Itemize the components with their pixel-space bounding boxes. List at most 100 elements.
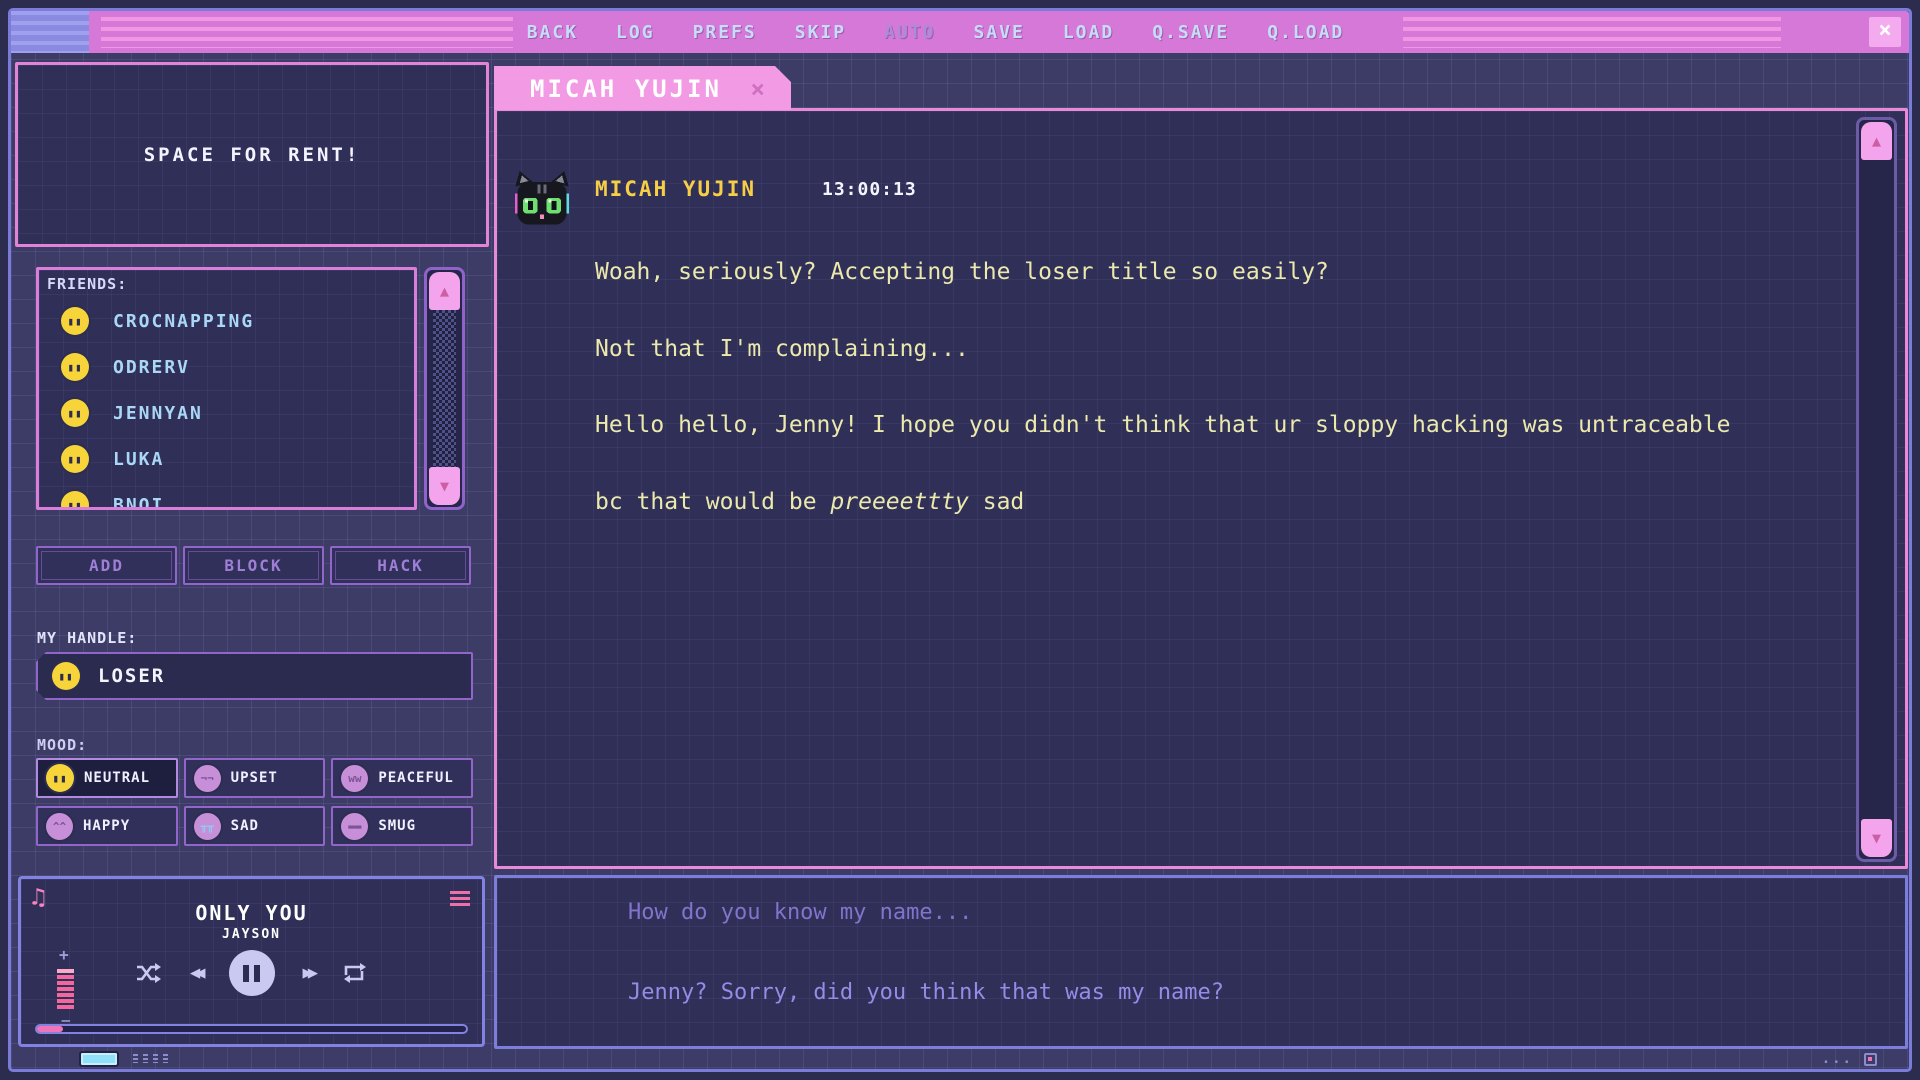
- titlebar-stripes-left: [101, 17, 513, 48]
- neutral-face-icon: ▮▮: [61, 307, 89, 335]
- mood-button-smug[interactable]: ▬▬ SMUG: [331, 806, 473, 846]
- friend-name: CROCNAPPING: [113, 311, 254, 332]
- tab-close-icon[interactable]: ×: [751, 75, 765, 103]
- upset-face-icon: ¬¬: [194, 765, 221, 792]
- menu-item-prefs[interactable]: PREFS: [693, 22, 757, 43]
- chat-message-panel: MICAH YUJIN 13:00:13 Woah, seriously? Ac…: [494, 108, 1908, 869]
- friend-name: ODRERV: [113, 357, 190, 378]
- friend-name: LUKA: [113, 449, 164, 470]
- sad-face-icon: ╥╥: [194, 813, 221, 840]
- mood-button-peaceful[interactable]: ww PEACEFUL: [331, 758, 473, 798]
- message-timestamp: 13:00:13: [822, 179, 917, 200]
- song-progress-bar[interactable]: [35, 1024, 468, 1034]
- ad-banner-panel: SPACE FOR RENT!: [15, 62, 489, 247]
- neutral-face-icon: ▮▮: [46, 764, 74, 792]
- shuffle-icon[interactable]: [136, 963, 162, 983]
- friend-row-bnoi[interactable]: ▮▮ BNOI: [61, 482, 164, 510]
- pause-button[interactable]: [229, 950, 275, 996]
- friend-row-odrerv[interactable]: ▮▮ ODRERV: [61, 344, 190, 390]
- mood-label-text: HAPPY: [83, 818, 130, 834]
- mood-grid: ▮▮ NEUTRAL ¬¬ UPSET ww PEACEFUL ^^ HAPPY…: [36, 758, 473, 846]
- mood-button-upset[interactable]: ¬¬ UPSET: [184, 758, 326, 798]
- choice-option-1[interactable]: How do you know my name...: [628, 900, 972, 925]
- neutral-face-icon: ▮▮: [52, 662, 80, 690]
- message-line: Not that I'm complaining...: [595, 337, 1730, 363]
- neutral-face-icon: ▮▮: [61, 353, 89, 381]
- chat-scrollbar[interactable]: ▲ ▼: [1856, 117, 1897, 862]
- menu-item-back[interactable]: BACK: [527, 22, 578, 43]
- message-line: Woah, seriously? Accepting the loser tit…: [595, 260, 1730, 286]
- neutral-face-icon: ▮▮: [61, 491, 89, 510]
- status-strip: ...: [15, 1051, 1905, 1067]
- mood-button-happy[interactable]: ^^ HAPPY: [36, 806, 178, 846]
- song-progress-fill: [37, 1026, 63, 1032]
- chat-tab-micah-yujin[interactable]: MICAH YUJIN ×: [494, 66, 791, 110]
- resize-handle-icon[interactable]: [1864, 1053, 1877, 1066]
- arrow-down-icon: ▼: [1872, 829, 1881, 847]
- window-close-button[interactable]: ×: [1869, 17, 1901, 47]
- mood-label-text: SAD: [231, 818, 259, 834]
- friend-row-crocnapping[interactable]: ▮▮ CROCNAPPING: [61, 298, 254, 344]
- previous-track-icon[interactable]: ◀◀: [190, 963, 200, 983]
- scroll-up-button[interactable]: ▲: [1861, 122, 1892, 160]
- friends-list-panel: FRIENDS: ▮▮ CROCNAPPING ▮▮ ODRERV ▮▮ JEN…: [36, 267, 417, 510]
- menu-item-load[interactable]: LOAD: [1063, 22, 1114, 43]
- menu-item-log[interactable]: LOG: [616, 22, 655, 43]
- scroll-down-button[interactable]: ▼: [1861, 819, 1892, 857]
- mood-button-sad[interactable]: ╥╥ SAD: [184, 806, 326, 846]
- neutral-face-icon: ▮▮: [61, 445, 89, 473]
- peaceful-face-icon: ww: [341, 765, 368, 792]
- titlebar-corner-decoration: [11, 11, 89, 53]
- handle-label: MY HANDLE:: [37, 629, 137, 647]
- mood-label-text: UPSET: [231, 770, 278, 786]
- menu-item-skip[interactable]: SKIP: [795, 22, 846, 43]
- scroll-up-button[interactable]: ▲: [429, 272, 460, 310]
- song-title: ONLY YOU: [21, 901, 482, 925]
- arrow-down-icon: ▼: [440, 477, 449, 495]
- friend-name: BNOI: [113, 495, 164, 511]
- quick-menu: BACK LOG PREFS SKIP AUTO SAVE LOAD Q.SAV…: [527, 11, 1345, 53]
- friend-row-luka[interactable]: ▮▮ LUKA: [61, 436, 164, 482]
- menu-item-save[interactable]: SAVE: [973, 22, 1024, 43]
- repeat-icon[interactable]: [341, 963, 367, 983]
- message-line: bc that would be preeeettty sad: [595, 490, 1730, 516]
- scroll-down-button[interactable]: ▼: [429, 467, 460, 505]
- mood-label: MOOD:: [37, 736, 87, 754]
- scrollbar-track[interactable]: [433, 310, 456, 467]
- transport-controls: ◀◀ ▶▶: [21, 949, 482, 997]
- message-body: Woah, seriously? Accepting the loser tit…: [595, 209, 1730, 566]
- ad-banner-text: SPACE FOR RENT!: [144, 144, 361, 166]
- status-dots-decoration: [133, 1054, 168, 1063]
- status-ellipsis: ...: [1822, 1051, 1853, 1067]
- friend-row-jennyan[interactable]: ▮▮ JENNYAN: [61, 390, 203, 436]
- arrow-up-icon: ▲: [440, 282, 449, 300]
- close-icon: ×: [1878, 18, 1891, 43]
- hack-button[interactable]: HACK: [330, 546, 471, 585]
- arrow-up-icon: ▲: [1872, 132, 1881, 150]
- add-friend-button[interactable]: ADD: [36, 546, 177, 585]
- menu-item-qsave[interactable]: Q.SAVE: [1152, 22, 1229, 43]
- mood-label-text: PEACEFUL: [378, 770, 453, 786]
- message-line: Hello hello, Jenny! I hope you didn't th…: [595, 413, 1730, 439]
- cat-avatar: [513, 171, 571, 229]
- menu-item-auto[interactable]: AUTO: [884, 22, 935, 43]
- neutral-face-icon: ▮▮: [61, 399, 89, 427]
- next-track-icon[interactable]: ▶▶: [303, 963, 313, 983]
- status-indicator-icon: [81, 1053, 117, 1065]
- friends-scrollbar[interactable]: ▲ ▼: [424, 267, 465, 510]
- title-bar: BACK LOG PREFS SKIP AUTO SAVE LOAD Q.SAV…: [11, 11, 1909, 53]
- app-window: BACK LOG PREFS SKIP AUTO SAVE LOAD Q.SAV…: [8, 8, 1912, 1072]
- handle-field[interactable]: ▮▮ LOSER: [36, 652, 473, 700]
- titlebar-stripes-right: [1403, 17, 1781, 48]
- choice-option-2[interactable]: Jenny? Sorry, did you think that was my …: [628, 980, 1224, 1005]
- menu-item-qload[interactable]: Q.LOAD: [1267, 22, 1344, 43]
- mood-button-neutral[interactable]: ▮▮ NEUTRAL: [36, 758, 178, 798]
- song-artist: JAYSON: [21, 927, 482, 942]
- dialogue-choices-panel: How do you know my name... Jenny? Sorry,…: [494, 875, 1908, 1049]
- smug-face-icon: ▬▬: [341, 813, 368, 840]
- chat-tab-title: MICAH YUJIN: [530, 75, 722, 103]
- happy-face-icon: ^^: [46, 813, 73, 840]
- block-button[interactable]: BLOCK: [183, 546, 324, 585]
- mood-label-text: NEUTRAL: [84, 770, 150, 786]
- mood-label-text: SMUG: [378, 818, 416, 834]
